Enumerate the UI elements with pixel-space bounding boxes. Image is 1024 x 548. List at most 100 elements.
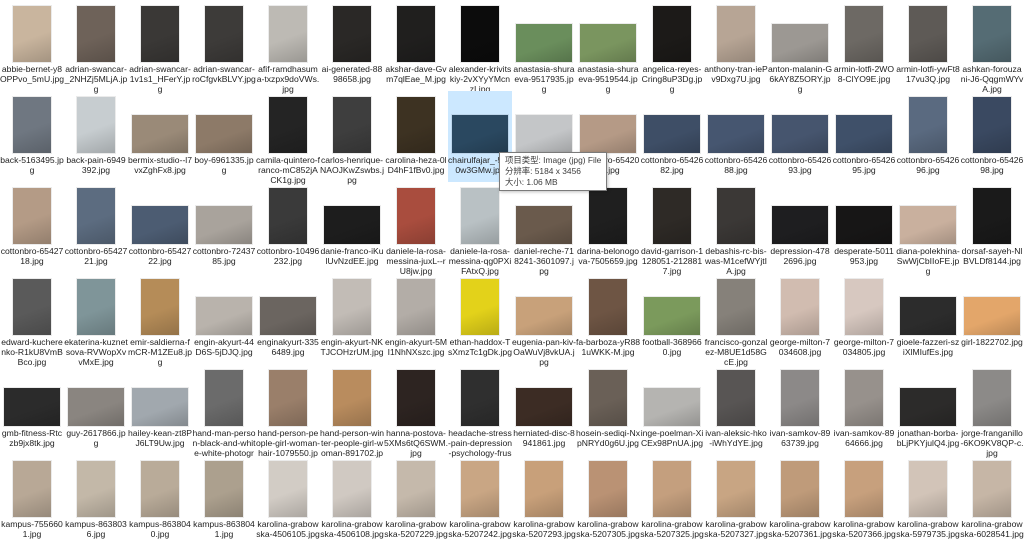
file-item[interactable]: cottonbro-6542682.jpg [640,91,704,182]
file-item[interactable]: cottonbro-6542695.jpg [832,91,896,182]
file-item[interactable]: cottonbro-6542693.jpg [768,91,832,182]
file-item[interactable]: angelica-reyes-Cring8uP3Dg.jpg [640,0,704,94]
file-item[interactable]: headache-stress-pain-depression-psycholo… [448,364,512,458]
file-item[interactable]: back-pain-6949392.jpg [64,91,128,182]
file-item[interactable]: ekaterina-kuznetsova-RVWopXvvMxE.jpg [64,273,128,367]
file-item[interactable]: karolina-grabowska-5207361.jpg [768,455,832,546]
file-item[interactable]: darina-belonogova-7505659.jpg [576,182,640,273]
file-item[interactable]: fa-barboza-yR881uWKK-M.jpg [576,273,640,364]
file-item[interactable]: hand-man-person-black-and-white-white-ph… [192,364,256,458]
file-item[interactable]: danie-franco-iKulUvNzdEE.jpg [320,182,384,273]
file-item[interactable]: depression-4782696.jpg [768,182,832,273]
file-item[interactable]: alexander-krivitskiy-2vXYyYMcnzI.jpg [448,0,512,94]
file-item[interactable]: karolina-grabowska-4506105.jpg [256,455,320,546]
file-item[interactable]: hailey-kean-zt8PJ6LT9Uw.jpg [128,364,192,455]
file-item[interactable]: daniele-la-rosa-messina-qg0PXiFAtxQ.jpg [448,182,512,276]
file-item[interactable]: george-milton-7034805.jpg [832,273,896,364]
file-item[interactable]: ashkan-forouzani-J6-QqgmWYvA.jpg [960,0,1024,94]
file-item[interactable]: diana-polekhina-SwWjCbIIoFE.jpg [896,182,960,276]
file-item[interactable]: akshar-dave-Gvm7qlEae_M.jpg [384,0,448,91]
file-item[interactable]: adrian-swancar-1v1s1_HFerY.jpg [128,0,192,94]
file-item[interactable]: cottonbro-7243785.jpg [192,182,256,273]
file-item[interactable]: herniated-disc-8941861.jpg [512,364,576,455]
file-item[interactable]: bermix-studio--l7vxZghFx8.jpg [128,91,192,182]
file-item[interactable]: karolina-grabowska-5979735.jpg [896,455,960,546]
file-item[interactable]: gmb-fitness-Rtczb9jx8tk.jpg [0,364,64,455]
file-item[interactable]: francisco-gonzalez-M8UE1d58GcE.jpg [704,273,768,367]
file-item[interactable]: kampus-8638036.jpg [64,455,128,546]
file-item[interactable]: anastasia-shuraeva-9517935.jpg [512,0,576,94]
file-item[interactable]: karolina-grabowska-5207325.jpg [640,455,704,546]
file-item[interactable]: edward-kucherenko-R1kU8VmBBco.jpg [0,273,64,367]
file-item[interactable]: cottonbro-10496232.jpg [256,182,320,273]
file-item[interactable]: cottonbro-6542722.jpg [128,182,192,273]
file-item[interactable]: carolina-heza-0lD4hF1fBv0.jpg [384,91,448,182]
file-item[interactable]: kampus-8638041.jpg [192,455,256,546]
file-item[interactable]: ivan-samkov-8964666.jpg [832,364,896,455]
file-item[interactable]: girl-1822702.jpg [960,273,1024,364]
file-item[interactable]: karolina-grabowska-5207327.jpg [704,455,768,546]
file-item[interactable]: desperate-5011953.jpg [832,182,896,273]
file-item[interactable]: karolina-grabowska-5207305.jpg [576,455,640,546]
file-item[interactable]: carlos-henrique-NAOJKwZswbs.jpg [320,91,384,185]
file-item[interactable]: kampus-7556601.jpg [0,455,64,546]
file-item[interactable]: adrian-swancar-_2NHZj5MLjA.jpg [64,0,128,94]
file-item[interactable]: karolina-grabowska-5207293.jpg [512,455,576,546]
thumbnail-frame [258,6,318,62]
file-item[interactable]: camila-quintero-franco-mC852jACK1g.jpg [256,91,320,185]
file-item[interactable]: daniele-la-rosa-messina-juxL--rU8jw.jpg [384,182,448,276]
file-item[interactable]: cottonbro-6542721.jpg [64,182,128,273]
file-item[interactable]: ai-generated-8898658.jpg [320,0,384,91]
file-item[interactable]: hand-person-people-girl-woman-hair-10795… [256,364,320,458]
file-item[interactable]: engin-akyurt-5MI1NhNXszc.jpg [384,273,448,364]
file-item[interactable]: cottonbro-6542718.jpg [0,182,64,273]
file-item[interactable]: george-milton-7034608.jpg [768,273,832,364]
file-item[interactable]: jonathan-borba-bLjPKYjulQ4.jpg [896,364,960,455]
file-item[interactable]: emir-saldierna-fmCR-M1ZEu8.jpg [128,273,192,367]
file-item[interactable]: hand-person-winter-people-girl-woman-891… [320,364,384,458]
file-item[interactable]: karolina-grabowska-6028541.jpg [960,455,1024,546]
file-item[interactable]: david-garrison-1128051-2128817.jpg [640,182,704,276]
file-item[interactable]: football-3689660.jpg [640,273,704,364]
file-item[interactable]: debashis-rc-bis-was-M1cefWYjtIA.jpg [704,182,768,276]
file-item[interactable]: armin-lotfi-2WO8-ClYO9E.jpg [832,0,896,91]
file-item[interactable]: karolina-grabowska-5207366.jpg [832,455,896,546]
file-item[interactable]: adrian-swancar-roCfgvkBLVY.jpg [192,0,256,91]
file-item[interactable]: hanna-postova-5XMs6tQ6SWM.jpg [384,364,448,458]
file-item[interactable]: cottonbro-6542688.jpg [704,91,768,182]
file-item[interactable]: cottonbro-6542698.jpg [960,91,1024,182]
file-item[interactable]: eugenia-pan-kiv-OaWuVj8vkUA.jpg [512,273,576,367]
thumbnail-frame [130,6,190,62]
file-item[interactable]: engin-akyurt-NKTJCOHzrUM.jpg [320,273,384,364]
file-item[interactable]: inge-poelman-XiCEx98PnUA.jpg [640,364,704,455]
file-item[interactable]: afif-ramdhasuma-txzpx9doVWs.jpg [256,0,320,94]
file-item[interactable]: gioele-fazzeri-sziXlMIufEs.jpg [896,273,960,364]
file-item[interactable]: boy-6961335.jpg [192,91,256,182]
file-item[interactable]: guy-2617866.jpg [64,364,128,455]
image-thumbnail [589,461,627,517]
file-item[interactable]: anastasia-shuraeva-9519544.jpg [576,0,640,94]
file-name-label: anastasia-shuraeva-9519544.jpg [577,64,639,94]
file-item[interactable]: daniel-reche-718241-3601097.jpg [512,182,576,276]
file-item[interactable]: anthony-tran-iePv9Dxg7U.jpg [704,0,768,91]
file-item[interactable]: karolina-grabowska-5207242.jpg [448,455,512,546]
file-item[interactable]: engin-akyurt-44D6S-5jDJQ.jpg [192,273,256,364]
file-item[interactable]: ethan-haddox-TsXmzTc1gDk.jpg [448,273,512,364]
file-item[interactable]: karolina-grabowska-5207229.jpg [384,455,448,546]
thumbnail-frame [258,188,318,244]
file-item[interactable]: cottonbro-6542696.jpg [896,91,960,182]
file-item[interactable]: ivan-samkov-8963739.jpg [768,364,832,455]
file-item[interactable]: kampus-8638040.jpg [128,455,192,546]
file-item[interactable]: abbie-bernet-y8OPPvo_5mU.jpg [0,0,64,91]
file-item[interactable]: hosein-sediqi-NxpNRYd0g6U.jpg [576,364,640,455]
file-item[interactable]: back-5163495.jpg [0,91,64,182]
file-item[interactable]: ivan-aleksic-hko-iWhYdYE.jpg [704,364,768,455]
file-item[interactable]: enginakyurt-3356489.jpg [256,273,320,364]
file-item[interactable]: armin-lotfi-ywFt817vu3Q.jpg [896,0,960,91]
file-item[interactable]: anton-malanin-G6kAY8Z5ORY.jpg [768,0,832,94]
file-item[interactable]: jorge-franganillo-6KO9KV8QP-c.jpg [960,364,1024,458]
file-name-label: hand-person-people-girl-woman-hair-10795… [256,428,320,458]
file-item[interactable]: karolina-grabowska-4506108.jpg [320,455,384,546]
file-item[interactable]: dorsaf-sayeh-NlBVLDf8144.jpg [960,182,1024,273]
thumbnail-frame [514,188,574,244]
